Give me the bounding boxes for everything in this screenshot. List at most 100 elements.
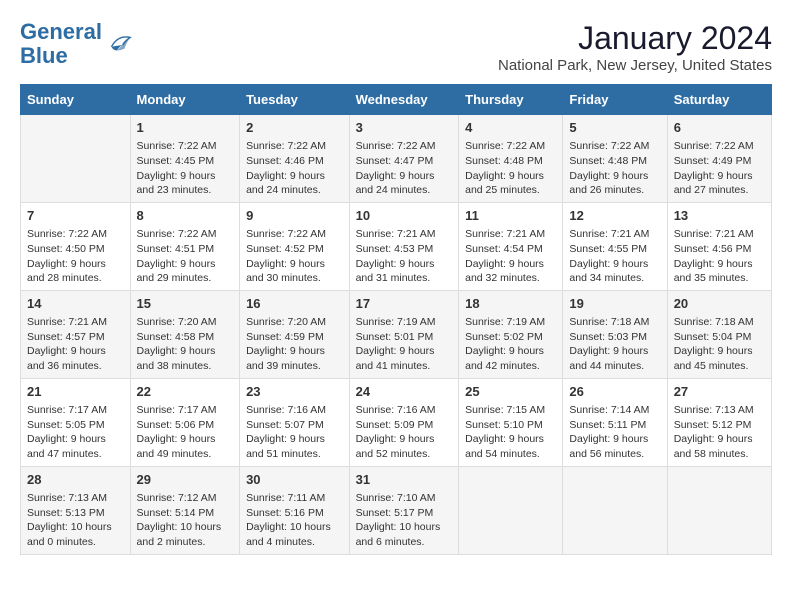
calendar-cell: 25 Sunrise: 7:15 AM Sunset: 5:10 PM Dayli… <box>459 378 563 466</box>
calendar-table: SundayMondayTuesdayWednesdayThursdayFrid… <box>20 84 772 555</box>
day-info: Sunrise: 7:22 AM Sunset: 4:46 PM Dayligh… <box>246 139 343 198</box>
day-number: 31 <box>356 471 453 489</box>
day-info: Sunrise: 7:22 AM Sunset: 4:48 PM Dayligh… <box>569 139 660 198</box>
calendar-cell: 28 Sunrise: 7:13 AM Sunset: 5:13 PM Dayli… <box>21 466 131 554</box>
calendar-cell: 22Sunrise: 7:17 AM Sunset: 5:06 PM Dayli… <box>130 378 240 466</box>
day-info: Sunrise: 7:12 AM Sunset: 5:14 PM Dayligh… <box>137 491 234 550</box>
day-number: 3 <box>356 119 453 137</box>
calendar-cell: 8 Sunrise: 7:22 AM Sunset: 4:51 PM Daylig… <box>130 202 240 290</box>
calendar-cell: 9Sunrise: 7:22 AM Sunset: 4:52 PM Daylig… <box>240 202 350 290</box>
day-info: Sunrise: 7:16 AM Sunset: 5:07 PM Dayligh… <box>246 403 343 462</box>
header-friday: Friday <box>563 85 667 115</box>
day-info: Sunrise: 7:22 AM Sunset: 4:51 PM Dayligh… <box>137 227 234 286</box>
calendar-cell: 3 Sunrise: 7:22 AM Sunset: 4:47 PM Daylig… <box>349 115 459 203</box>
day-info: Sunrise: 7:16 AM Sunset: 5:09 PM Dayligh… <box>356 403 453 462</box>
day-number: 8 <box>137 207 234 225</box>
day-info: Sunrise: 7:18 AM Sunset: 5:04 PM Dayligh… <box>674 315 765 374</box>
calendar-cell: 26Sunrise: 7:14 AM Sunset: 5:11 PM Dayli… <box>563 378 667 466</box>
day-number: 18 <box>465 295 556 313</box>
calendar-cell: 27 Sunrise: 7:13 AM Sunset: 5:12 PM Dayli… <box>667 378 771 466</box>
calendar-cell: 4 Sunrise: 7:22 AM Sunset: 4:48 PM Daylig… <box>459 115 563 203</box>
day-info: Sunrise: 7:20 AM Sunset: 4:59 PM Dayligh… <box>246 315 343 374</box>
day-info: Sunrise: 7:21 AM Sunset: 4:55 PM Dayligh… <box>569 227 660 286</box>
calendar-cell: 31 Sunrise: 7:10 AM Sunset: 5:17 PM Dayli… <box>349 466 459 554</box>
calendar-cell: 12 Sunrise: 7:21 AM Sunset: 4:55 PM Dayli… <box>563 202 667 290</box>
day-number: 22 <box>137 383 234 401</box>
header-tuesday: Tuesday <box>240 85 350 115</box>
day-info: Sunrise: 7:17 AM Sunset: 5:05 PM Dayligh… <box>27 403 124 462</box>
day-number: 15 <box>137 295 234 313</box>
calendar-cell: 17Sunrise: 7:19 AM Sunset: 5:01 PM Dayli… <box>349 290 459 378</box>
day-number: 7 <box>27 207 124 225</box>
calendar-cell: 19 Sunrise: 7:18 AM Sunset: 5:03 PM Dayli… <box>563 290 667 378</box>
day-info: Sunrise: 7:10 AM Sunset: 5:17 PM Dayligh… <box>356 491 453 550</box>
day-info: Sunrise: 7:21 AM Sunset: 4:56 PM Dayligh… <box>674 227 765 286</box>
calendar-cell: 11 Sunrise: 7:21 AM Sunset: 4:54 PM Dayli… <box>459 202 563 290</box>
day-info: Sunrise: 7:13 AM Sunset: 5:12 PM Dayligh… <box>674 403 765 462</box>
day-number: 30 <box>246 471 343 489</box>
day-number: 17 <box>356 295 453 313</box>
week-row-3: 14 Sunrise: 7:21 AM Sunset: 4:57 PM Dayli… <box>21 290 772 378</box>
header-thursday: Thursday <box>459 85 563 115</box>
day-info: Sunrise: 7:21 AM Sunset: 4:57 PM Dayligh… <box>27 315 124 374</box>
day-number: 20 <box>674 295 765 313</box>
day-number: 21 <box>27 383 124 401</box>
calendar-cell: 10Sunrise: 7:21 AM Sunset: 4:53 PM Dayli… <box>349 202 459 290</box>
calendar-cell: 24 Sunrise: 7:16 AM Sunset: 5:09 PM Dayli… <box>349 378 459 466</box>
calendar-cell: 16 Sunrise: 7:20 AM Sunset: 4:59 PM Dayli… <box>240 290 350 378</box>
week-row-5: 28 Sunrise: 7:13 AM Sunset: 5:13 PM Dayli… <box>21 466 772 554</box>
calendar-cell: 23 Sunrise: 7:16 AM Sunset: 5:07 PM Dayli… <box>240 378 350 466</box>
day-info: Sunrise: 7:22 AM Sunset: 4:50 PM Dayligh… <box>27 227 124 286</box>
calendar-cell: 7 Sunrise: 7:22 AM Sunset: 4:50 PM Daylig… <box>21 202 131 290</box>
header: General Blue January 2024 National Park,… <box>20 20 772 74</box>
day-number: 19 <box>569 295 660 313</box>
day-info: Sunrise: 7:22 AM Sunset: 4:49 PM Dayligh… <box>674 139 765 198</box>
day-number: 16 <box>246 295 343 313</box>
day-number: 5 <box>569 119 660 137</box>
day-number: 10 <box>356 207 453 225</box>
header-monday: Monday <box>130 85 240 115</box>
calendar-cell: 5 Sunrise: 7:22 AM Sunset: 4:48 PM Daylig… <box>563 115 667 203</box>
day-number: 23 <box>246 383 343 401</box>
day-number: 26 <box>569 383 660 401</box>
header-wednesday: Wednesday <box>349 85 459 115</box>
calendar-cell: 1 Sunrise: 7:22 AM Sunset: 4:45 PM Daylig… <box>130 115 240 203</box>
logo-bird-icon <box>104 30 132 58</box>
day-number: 11 <box>465 207 556 225</box>
day-info: Sunrise: 7:20 AM Sunset: 4:58 PM Dayligh… <box>137 315 234 374</box>
day-info: Sunrise: 7:22 AM Sunset: 4:52 PM Dayligh… <box>246 227 343 286</box>
day-info: Sunrise: 7:15 AM Sunset: 5:10 PM Dayligh… <box>465 403 556 462</box>
calendar-cell: 6Sunrise: 7:22 AM Sunset: 4:49 PM Daylig… <box>667 115 771 203</box>
calendar-cell: 2 Sunrise: 7:22 AM Sunset: 4:46 PM Daylig… <box>240 115 350 203</box>
calendar-cell: 14 Sunrise: 7:21 AM Sunset: 4:57 PM Dayli… <box>21 290 131 378</box>
calendar-cell <box>21 115 131 203</box>
day-info: Sunrise: 7:22 AM Sunset: 4:45 PM Dayligh… <box>137 139 234 198</box>
page-subtitle: National Park, New Jersey, United States <box>498 57 772 74</box>
day-info: Sunrise: 7:22 AM Sunset: 4:48 PM Dayligh… <box>465 139 556 198</box>
day-number: 28 <box>27 471 124 489</box>
calendar-cell <box>667 466 771 554</box>
day-info: Sunrise: 7:22 AM Sunset: 4:47 PM Dayligh… <box>356 139 453 198</box>
day-number: 1 <box>137 119 234 137</box>
day-info: Sunrise: 7:21 AM Sunset: 4:54 PM Dayligh… <box>465 227 556 286</box>
day-number: 27 <box>674 383 765 401</box>
calendar-cell <box>563 466 667 554</box>
calendar-cell: 20 Sunrise: 7:18 AM Sunset: 5:04 PM Dayli… <box>667 290 771 378</box>
day-number: 14 <box>27 295 124 313</box>
day-number: 12 <box>569 207 660 225</box>
day-info: Sunrise: 7:13 AM Sunset: 5:13 PM Dayligh… <box>27 491 124 550</box>
calendar-cell: 21 Sunrise: 7:17 AM Sunset: 5:05 PM Dayli… <box>21 378 131 466</box>
day-number: 25 <box>465 383 556 401</box>
day-number: 2 <box>246 119 343 137</box>
day-info: Sunrise: 7:18 AM Sunset: 5:03 PM Dayligh… <box>569 315 660 374</box>
day-number: 13 <box>674 207 765 225</box>
calendar-cell: 13 Sunrise: 7:21 AM Sunset: 4:56 PM Dayli… <box>667 202 771 290</box>
logo: General Blue <box>20 20 132 68</box>
calendar-cell: 30 Sunrise: 7:11 AM Sunset: 5:16 PM Dayli… <box>240 466 350 554</box>
calendar-header-row: SundayMondayTuesdayWednesdayThursdayFrid… <box>21 85 772 115</box>
day-number: 24 <box>356 383 453 401</box>
day-info: Sunrise: 7:19 AM Sunset: 5:02 PM Dayligh… <box>465 315 556 374</box>
day-number: 29 <box>137 471 234 489</box>
day-number: 4 <box>465 119 556 137</box>
day-info: Sunrise: 7:11 AM Sunset: 5:16 PM Dayligh… <box>246 491 343 550</box>
